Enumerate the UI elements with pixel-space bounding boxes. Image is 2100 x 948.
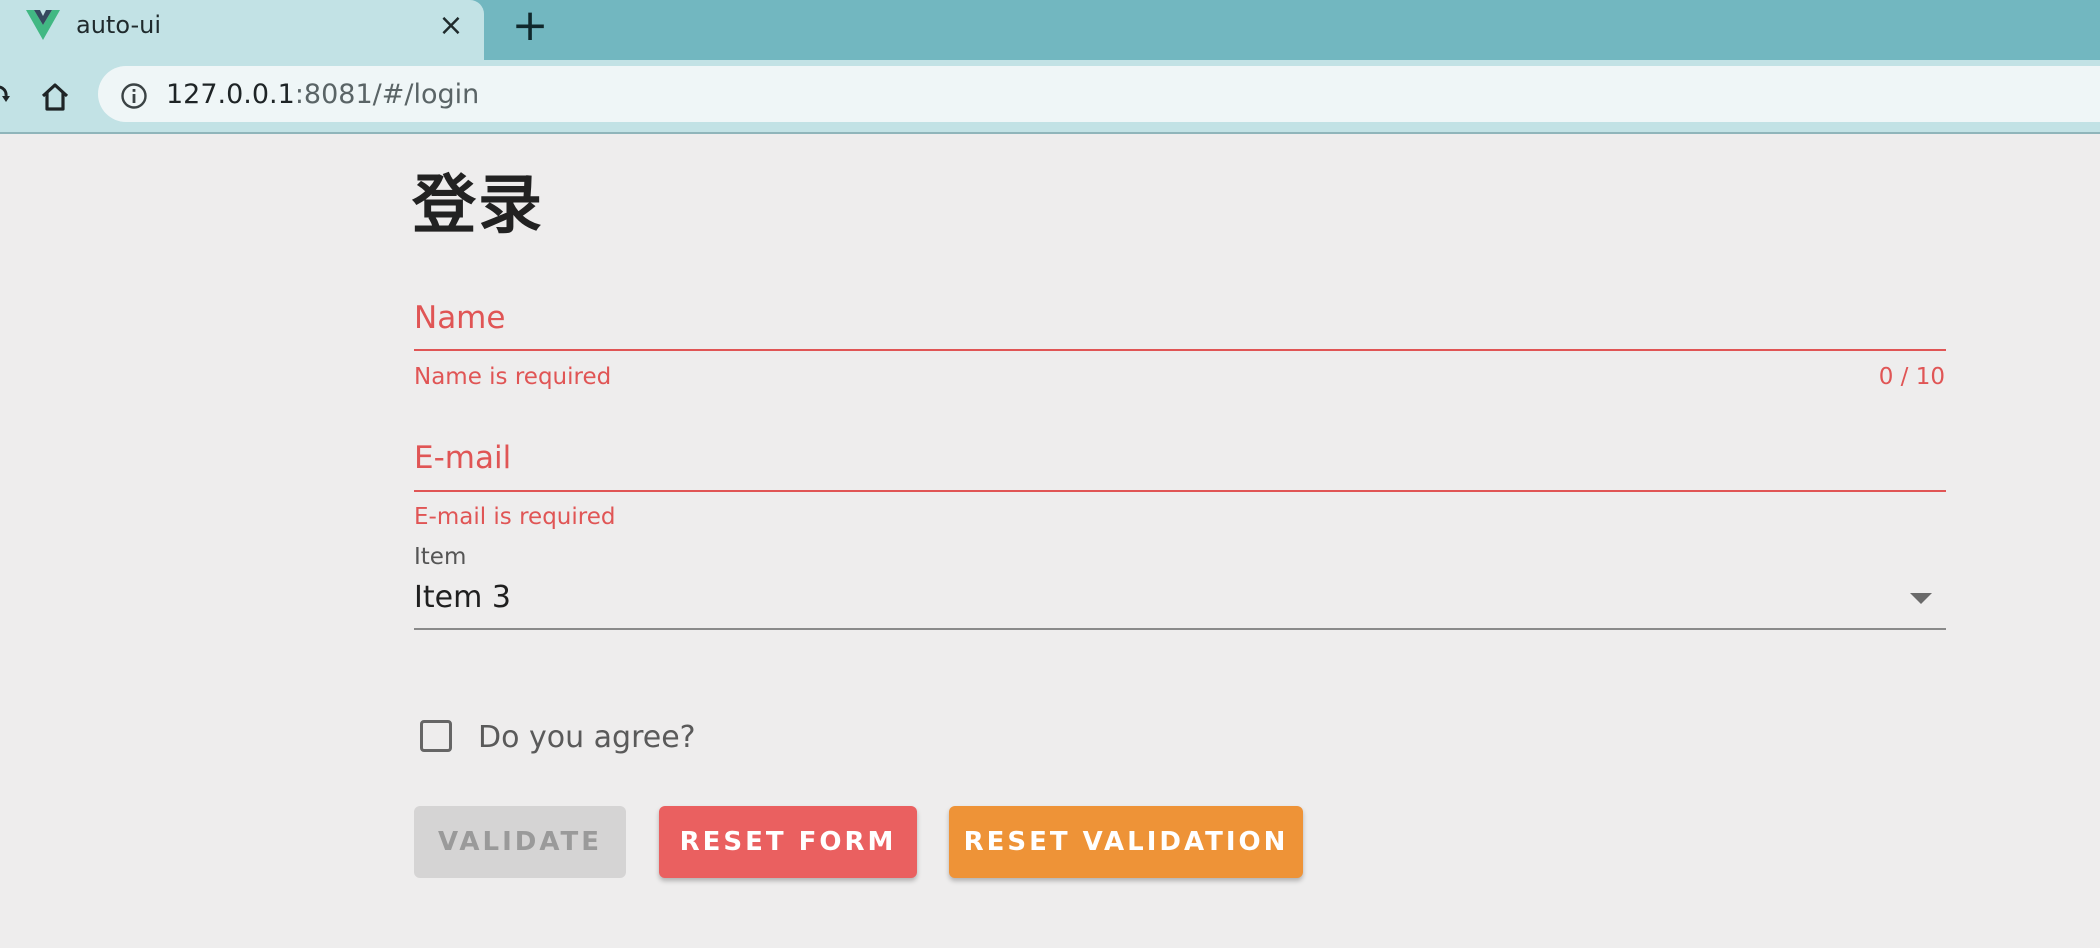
email-field-underline xyxy=(414,490,1946,492)
item-select[interactable]: Item 3 xyxy=(414,578,511,618)
item-select-label: Item xyxy=(414,544,467,570)
url-text[interactable]: 127.0.0.1:8081/#/login xyxy=(166,78,479,112)
browser-tab[interactable]: auto-ui × xyxy=(0,0,484,60)
close-tab-icon[interactable]: × xyxy=(436,11,466,41)
agree-checkbox-label[interactable]: Do you agree? xyxy=(478,718,696,758)
url-path: :8081/#/login xyxy=(294,79,480,110)
new-tab-icon[interactable]: + xyxy=(510,4,550,48)
agree-checkbox[interactable] xyxy=(420,720,452,752)
name-field-underline xyxy=(414,349,1946,351)
page-title: 登录 xyxy=(412,169,544,243)
name-char-counter: 0 / 10 xyxy=(1878,364,1945,390)
reload-icon[interactable] xyxy=(0,82,10,108)
site-info-icon[interactable] xyxy=(120,82,148,110)
vue-logo-icon xyxy=(26,10,60,40)
reset-validation-button[interactable]: RESET VALIDATION xyxy=(949,806,1303,878)
chevron-down-icon[interactable] xyxy=(1908,588,1934,608)
validate-button[interactable]: VALIDATE xyxy=(414,806,626,878)
email-field[interactable]: E-mail xyxy=(414,438,511,478)
tab-title: auto-ui xyxy=(76,11,161,39)
item-select-underline xyxy=(414,628,1946,630)
home-icon[interactable] xyxy=(38,80,72,114)
reset-form-button[interactable]: RESET FORM xyxy=(659,806,917,878)
name-error-message: Name is required xyxy=(414,364,612,390)
name-field[interactable]: Name xyxy=(414,298,505,338)
email-error-message: E-mail is required xyxy=(414,504,616,530)
url-host: 127.0.0.1 xyxy=(166,79,295,110)
